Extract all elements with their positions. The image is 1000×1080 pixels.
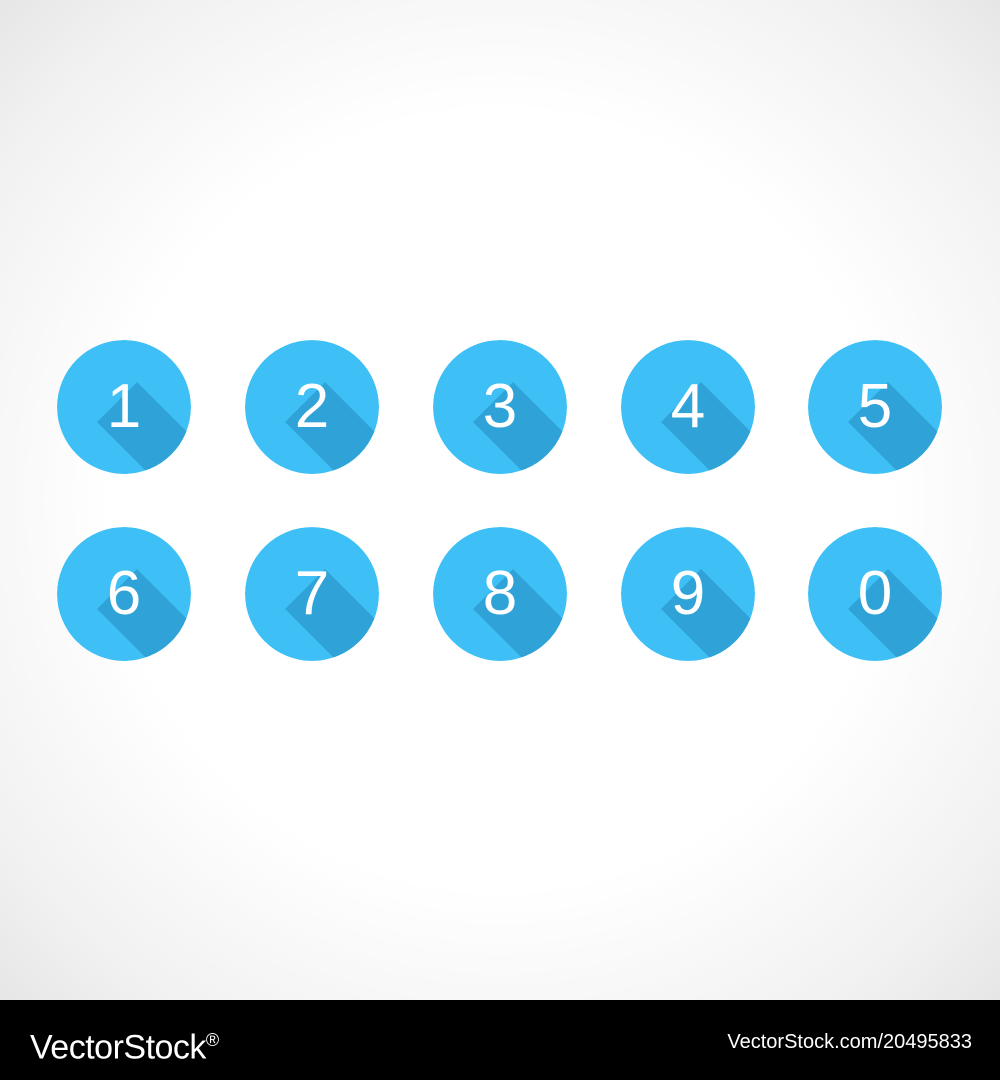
number-badge-7: 7 xyxy=(245,527,379,661)
logo-text: VectorStock xyxy=(30,1028,206,1067)
number-badge-5: 5 xyxy=(808,340,942,474)
number-badge-1: 1 xyxy=(57,340,191,474)
badge-digit: 1 xyxy=(106,372,142,441)
number-badge-9: 9 xyxy=(621,527,755,661)
badge-digit: 9 xyxy=(670,559,706,628)
registered-mark: ® xyxy=(205,1030,219,1050)
number-badge-4: 4 xyxy=(621,340,755,474)
badge-digit: 0 xyxy=(857,559,893,628)
badge-digit: 6 xyxy=(106,559,142,628)
badge-digit: 5 xyxy=(857,372,893,441)
badge-digit: 2 xyxy=(294,372,330,441)
badge-digit: 8 xyxy=(482,559,518,628)
number-badge-0: 0 xyxy=(808,527,942,661)
number-badge-2: 2 xyxy=(245,340,379,474)
artwork-canvas: 1 2 3 4 5 6 7 8 9 0 xyxy=(0,0,1000,1000)
badge-digit: 3 xyxy=(482,372,518,441)
number-badge-8: 8 xyxy=(433,527,567,661)
number-badge-6: 6 xyxy=(57,527,191,661)
badge-digit: 4 xyxy=(670,372,706,441)
watermark-footer: VectorStock® VectorStock.com/20495833 xyxy=(0,1000,1000,1080)
number-badge-3: 3 xyxy=(433,340,567,474)
vectorstock-logo: VectorStock® xyxy=(30,1017,219,1070)
image-id: VectorStock.com/20495833 xyxy=(727,1031,972,1053)
badge-digit: 7 xyxy=(294,559,330,628)
